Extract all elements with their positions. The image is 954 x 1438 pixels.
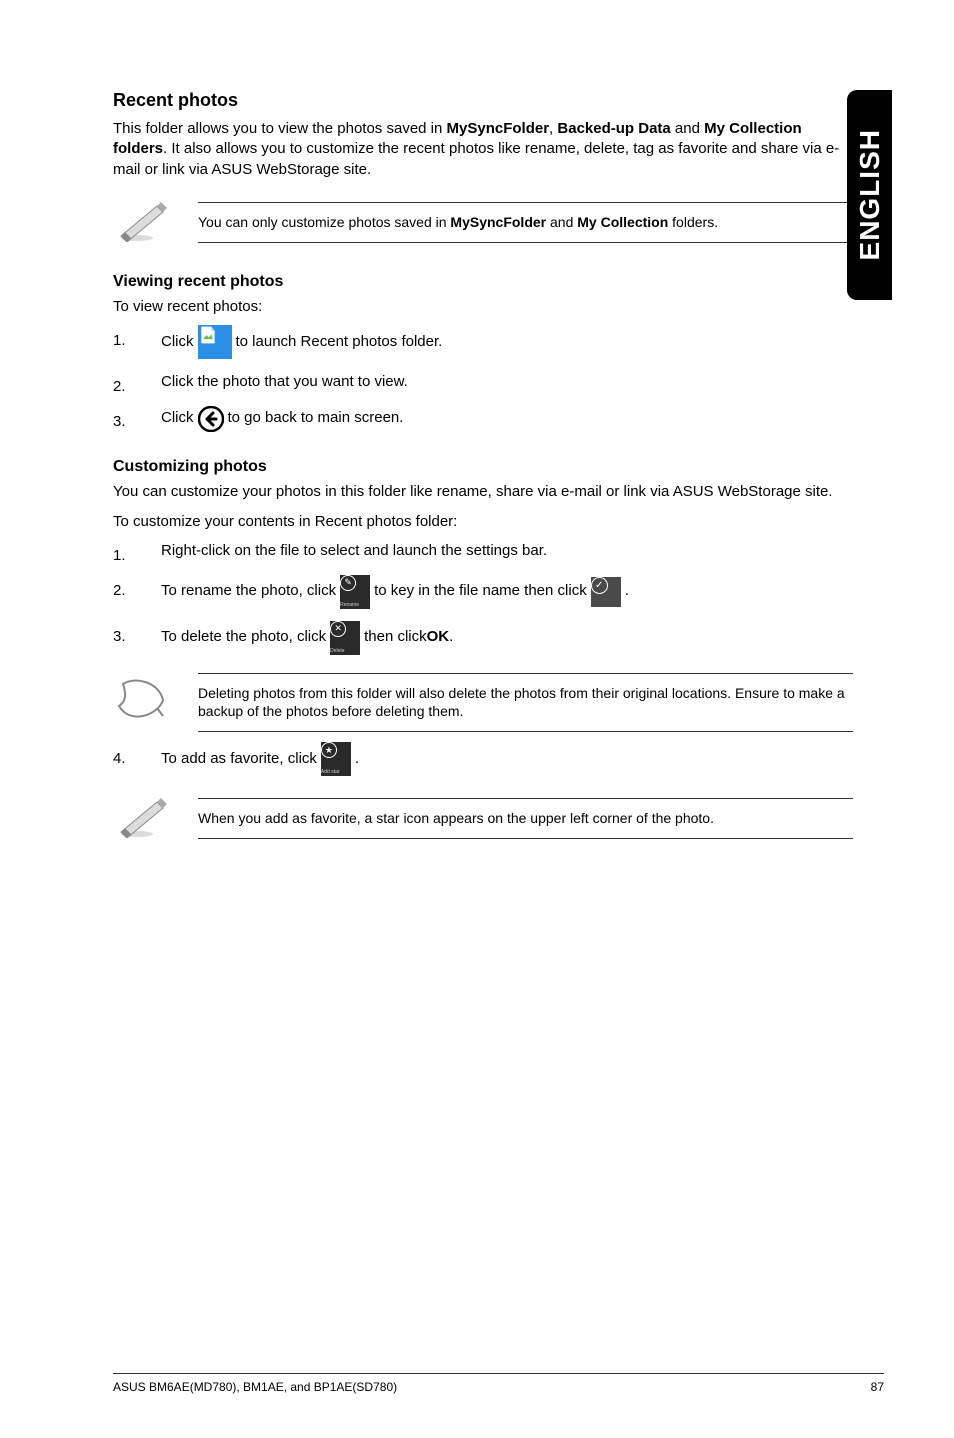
recent-photos-icon <box>198 325 232 359</box>
footer-page-number: 87 <box>871 1380 884 1394</box>
page-footer: ASUS BM6AE(MD780), BM1AE, and BP1AE(SD78… <box>113 1373 884 1394</box>
step-item: Click to launch Recent photos folder. <box>113 325 853 359</box>
confirm-check-icon: ✓ <box>591 577 621 607</box>
customizing-steps: Right-click on the file to select and la… <box>113 540 853 655</box>
rename-icon: ✎ Rename <box>340 575 370 609</box>
note-delete-warning: Deleting photos from this folder will al… <box>113 673 853 733</box>
footer-model: ASUS BM6AE(MD780), BM1AE, and BP1AE(SD78… <box>113 1380 397 1394</box>
step-item: Click to go back to main screen. <box>113 406 853 432</box>
step-item: To rename the photo, click ✎ Rename to k… <box>113 575 853 609</box>
customizing-title: Customizing photos <box>113 458 853 476</box>
customizing-lead2: To customize your contents in Recent pho… <box>113 512 853 532</box>
delete-icon: ✕ Delete <box>330 621 360 655</box>
note-pencil-icon <box>113 198 169 247</box>
warning-hand-icon <box>113 678 169 727</box>
viewing-lead: To view recent photos: <box>113 297 853 317</box>
step-item: Right-click on the file to select and la… <box>113 540 853 563</box>
step-item: To delete the photo, click ✕ Delete then… <box>113 621 853 655</box>
customizing-lead1: You can customize your photos in this fo… <box>113 482 853 502</box>
viewing-title: Viewing recent photos <box>113 273 853 291</box>
note-pencil-icon <box>113 794 169 843</box>
section-intro: This folder allows you to view the photo… <box>113 119 853 180</box>
step-item: Click the photo that you want to view. <box>113 371 853 394</box>
note-customize-only: You can only customize photos saved in M… <box>113 198 853 247</box>
note-favorite-star: When you add as favorite, a star icon ap… <box>113 794 853 843</box>
add-star-icon: ★ Add star <box>321 742 351 776</box>
back-icon <box>198 406 224 432</box>
section-title: Recent photos <box>113 90 853 111</box>
viewing-steps: Click to launch Recent photos folder. Cl… <box>113 325 853 432</box>
note-text: When you add as favorite, a star icon ap… <box>198 798 853 839</box>
note-text: You can only customize photos saved in M… <box>198 202 853 243</box>
language-label: ENGLISH <box>854 129 886 260</box>
customizing-steps-cont: To add as favorite, click ★ Add star . <box>113 742 853 776</box>
note-text: Deleting photos from this folder will al… <box>198 673 853 733</box>
language-tab: ENGLISH <box>847 90 892 300</box>
step-item: To add as favorite, click ★ Add star . <box>113 742 853 776</box>
